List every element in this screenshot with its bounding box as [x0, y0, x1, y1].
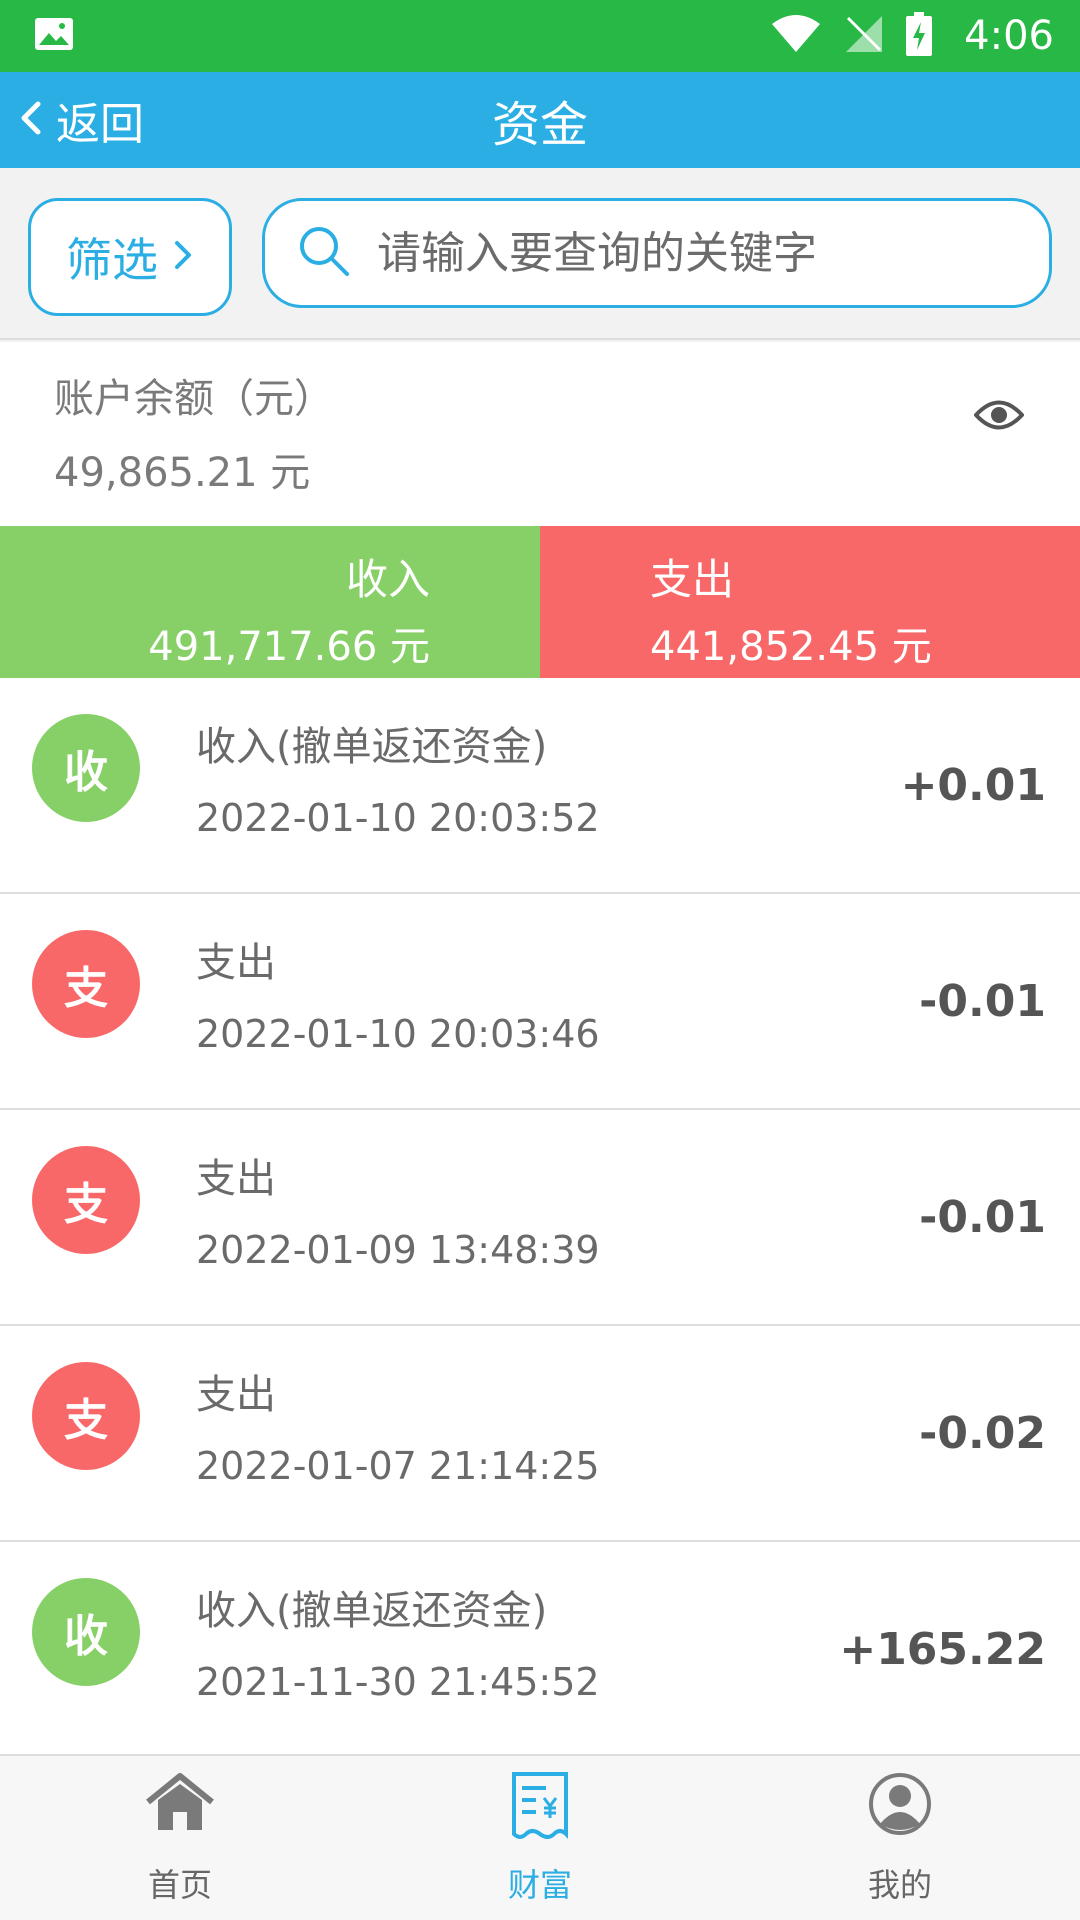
- summary-bar: 收入 491,717.66 元 支出 441,852.45 元: [0, 526, 1080, 678]
- search-icon: [297, 224, 351, 282]
- wifi-icon: [770, 14, 822, 58]
- home-icon: [144, 1772, 216, 1840]
- no-signal-icon: [844, 14, 884, 58]
- transaction-time: 2022-01-10 20:03:46: [196, 1012, 600, 1056]
- page-title: 资金: [491, 97, 588, 153]
- back-label: 返回: [56, 99, 144, 150]
- transaction-row[interactable]: 支 支出 2022-01-10 20:03:46 -0.01: [0, 894, 1080, 1110]
- transaction-title: 收入(撤单返还资金): [196, 1588, 548, 1634]
- transaction-amount: +0.01: [900, 760, 1046, 811]
- chevron-right-icon: [172, 237, 194, 277]
- balance-value: 49,865.21 元: [54, 450, 311, 496]
- transaction-time: 2022-01-07 21:14:25: [196, 1444, 600, 1488]
- status-time: 4:06: [964, 13, 1054, 59]
- transaction-amount: -0.01: [919, 976, 1046, 1027]
- transaction-list: 收 收入(撤单返还资金) 2022-01-10 20:03:52 +0.01 支…: [0, 678, 1080, 1754]
- expense-badge: 支: [32, 1362, 140, 1470]
- expense-label: 支出: [650, 555, 735, 604]
- transaction-amount: -0.01: [919, 1192, 1046, 1243]
- tab-wealth[interactable]: 财富: [360, 1756, 720, 1920]
- income-value: 491,717.66 元: [148, 624, 430, 670]
- image-icon: [34, 17, 74, 55]
- filter-label: 筛选: [66, 233, 158, 287]
- transaction-row[interactable]: 支 支出 2022-01-07 21:14:25 -0.02: [0, 1326, 1080, 1542]
- tab-home[interactable]: 首页: [0, 1756, 360, 1920]
- transaction-title: 收入(撤单返还资金): [196, 724, 548, 770]
- income-summary[interactable]: 收入 491,717.66 元: [0, 526, 540, 678]
- transaction-time: 2022-01-10 20:03:52: [196, 796, 600, 840]
- income-badge: 收: [32, 714, 140, 822]
- transaction-row[interactable]: 支 支出 2022-01-09 13:48:39 -0.01: [0, 1110, 1080, 1326]
- income-badge: 收: [32, 1578, 140, 1686]
- balance-label: 账户余额（元）: [54, 376, 334, 422]
- transaction-row[interactable]: 收 收入(撤单返还资金) 2022-01-10 20:03:52 +0.01: [0, 678, 1080, 894]
- transaction-title: 支出: [196, 1156, 276, 1202]
- search-box[interactable]: [262, 198, 1052, 308]
- expense-badge: 支: [32, 1146, 140, 1254]
- transaction-title: 支出: [196, 1372, 276, 1418]
- transaction-time: 2021-11-30 21:45:52: [196, 1660, 600, 1704]
- user-icon: [868, 1772, 932, 1840]
- transaction-row[interactable]: 收 收入(撤单返还资金) 2021-11-30 21:45:52 +165.22: [0, 1542, 1080, 1754]
- income-label: 收入: [345, 555, 430, 604]
- filter-button[interactable]: 筛选: [28, 198, 232, 316]
- battery-charging-icon: [906, 12, 933, 60]
- tab-label: 首页: [147, 1866, 212, 1904]
- top-nav: 返回 资金: [0, 72, 1080, 168]
- status-bar: 4:06: [0, 0, 1080, 72]
- balance-card: 账户余额（元） 49,865.21 元: [0, 342, 1080, 526]
- bill-icon: [510, 1772, 570, 1846]
- transaction-amount: +165.22: [839, 1624, 1046, 1675]
- expense-value: 441,852.45 元: [650, 624, 932, 670]
- tab-label: 我的: [867, 1866, 932, 1904]
- tab-label: 财富: [507, 1866, 572, 1904]
- bottom-tab-bar: 首页 财富 我的: [0, 1754, 1080, 1920]
- back-button[interactable]: 返回: [14, 72, 144, 168]
- transaction-time: 2022-01-09 13:48:39: [196, 1228, 600, 1272]
- transaction-title: 支出: [196, 940, 276, 986]
- expense-badge: 支: [32, 930, 140, 1038]
- eye-icon[interactable]: [973, 398, 1025, 436]
- search-row: 筛选: [0, 168, 1080, 340]
- transaction-amount: -0.02: [919, 1408, 1046, 1459]
- chevron-left-icon: [14, 96, 48, 144]
- search-input[interactable]: [377, 227, 1017, 279]
- expense-summary[interactable]: 支出 441,852.45 元: [540, 526, 1080, 678]
- tab-mine[interactable]: 我的: [720, 1756, 1080, 1920]
